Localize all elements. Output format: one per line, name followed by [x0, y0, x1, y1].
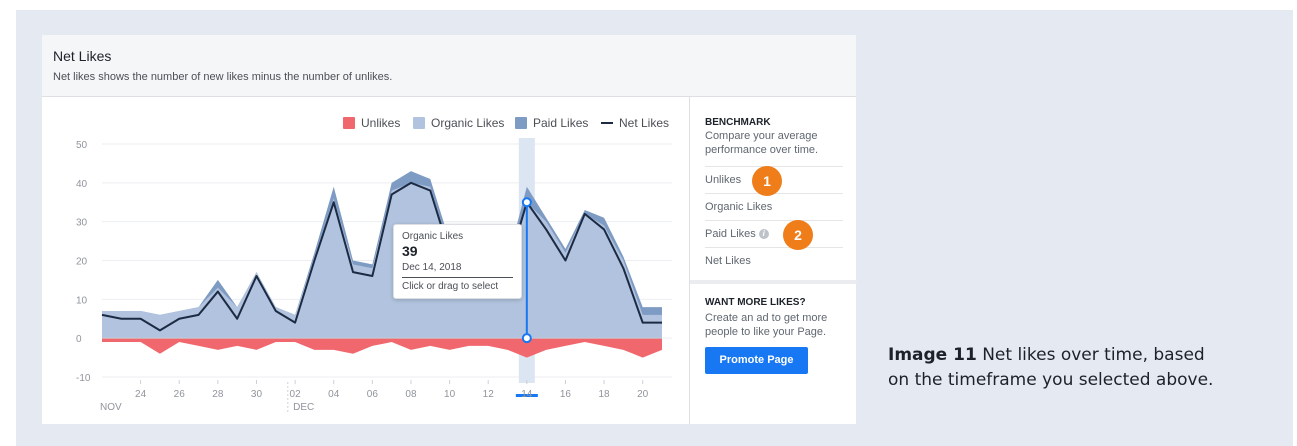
x-tick-label: 14 — [521, 389, 533, 400]
x-tick-label: 26 — [174, 389, 186, 400]
y-tick-label: -10 — [76, 373, 91, 384]
info-icon[interactable]: i — [758, 229, 769, 240]
metric-label: Paid Likes — [705, 228, 756, 240]
unlikes-swatch — [343, 117, 355, 129]
figure-caption: Image 11 Net likes over time, based on t… — [888, 343, 1228, 393]
tooltip-date: Dec 14, 2018 — [402, 262, 462, 273]
selection-handle-top — [521, 197, 532, 208]
benchmark-title: BENCHMARK — [705, 117, 771, 128]
y-tick-label: 20 — [76, 257, 88, 268]
chart-area[interactable]: 50 40 30 20 10 0 -10 24 26 28 30 02 04 06 08 10 12 14 16 18… — [42, 97, 690, 424]
chart-tooltip: Organic Likes 39 Dec 14, 2018 Click or d… — [393, 224, 522, 299]
tooltip-label: Organic Likes — [402, 231, 464, 242]
x-tick-label: 24 — [135, 389, 147, 400]
metric-label: Organic Likes — [705, 201, 773, 213]
legend-label: Paid Likes — [533, 116, 589, 130]
caption-label: Image 11 — [888, 345, 977, 365]
promote-page-button[interactable]: Promote Page — [705, 347, 808, 374]
y-tick-label: 10 — [76, 295, 88, 306]
unlikes-area — [102, 338, 662, 358]
x-tick-label: 04 — [328, 389, 340, 400]
y-tick-label: 30 — [76, 218, 88, 229]
paid-swatch — [515, 117, 527, 129]
month-label: NOV — [100, 402, 122, 413]
y-tick-label: 40 — [76, 179, 88, 190]
sidebar: BENCHMARK Compare your average performan… — [689, 97, 857, 424]
tooltip-hint: Click or drag to select — [402, 281, 499, 292]
selection-handle-bottom — [521, 333, 532, 344]
x-tick-label: 20 — [637, 389, 649, 400]
card-subtitle: Net likes shows the number of new likes … — [53, 71, 393, 83]
organic-swatch — [413, 117, 425, 129]
legend-paid-likes[interactable]: Paid Likes — [515, 116, 588, 130]
x-tick-label: 02 — [290, 389, 302, 400]
legend-net-likes[interactable]: Net Likes — [601, 116, 669, 130]
metric-label: Net Likes — [705, 255, 751, 267]
benchmark-organic-likes[interactable]: Organic Likes — [705, 193, 843, 221]
legend-label: Organic Likes — [431, 116, 505, 130]
promo-description: Create an ad to get more people to like … — [705, 312, 828, 338]
tooltip-value: 39 — [402, 243, 418, 259]
callout-badge-1: 1 — [752, 166, 782, 196]
legend-label: Net Likes — [619, 116, 670, 130]
y-tick-label: 50 — [76, 140, 88, 151]
month-label: DEC — [293, 402, 314, 413]
x-tick-label: 30 — [251, 389, 263, 400]
x-tick-label: 28 — [212, 389, 224, 400]
x-tick-label: 18 — [599, 389, 611, 400]
card-title: Net Likes — [53, 48, 112, 64]
legend-organic-likes[interactable]: Organic Likes — [413, 116, 504, 130]
net-swatch — [601, 122, 613, 124]
y-tick-label: 0 — [76, 334, 82, 345]
x-tick-label: 06 — [367, 389, 379, 400]
x-tick-label: 16 — [560, 389, 572, 400]
benchmark-net-likes[interactable]: Net Likes — [705, 247, 843, 275]
legend-unlikes[interactable]: Unlikes — [343, 116, 400, 130]
promo-title: WANT MORE LIKES? — [705, 297, 806, 308]
benchmark-paid-likes[interactable]: Paid Likes i — [705, 220, 843, 248]
tooltip-divider — [402, 277, 513, 278]
metric-label: Unlikes — [705, 174, 742, 186]
benchmark-description: Compare your average performance over ti… — [705, 130, 819, 156]
x-tick-label: 08 — [405, 389, 417, 400]
callout-badge-2: 2 — [783, 220, 813, 250]
x-tick-label: 12 — [483, 389, 495, 400]
card-header: Net Likes Net likes shows the number of … — [42, 35, 856, 97]
x-tick-label: 10 — [444, 389, 456, 400]
legend-label: Unlikes — [361, 116, 401, 130]
sidebar-divider — [690, 280, 857, 284]
net-likes-chart[interactable]: 50 40 30 20 10 0 -10 24 26 28 30 02 04 06 08 10 12 14 16 18… — [42, 97, 690, 424]
